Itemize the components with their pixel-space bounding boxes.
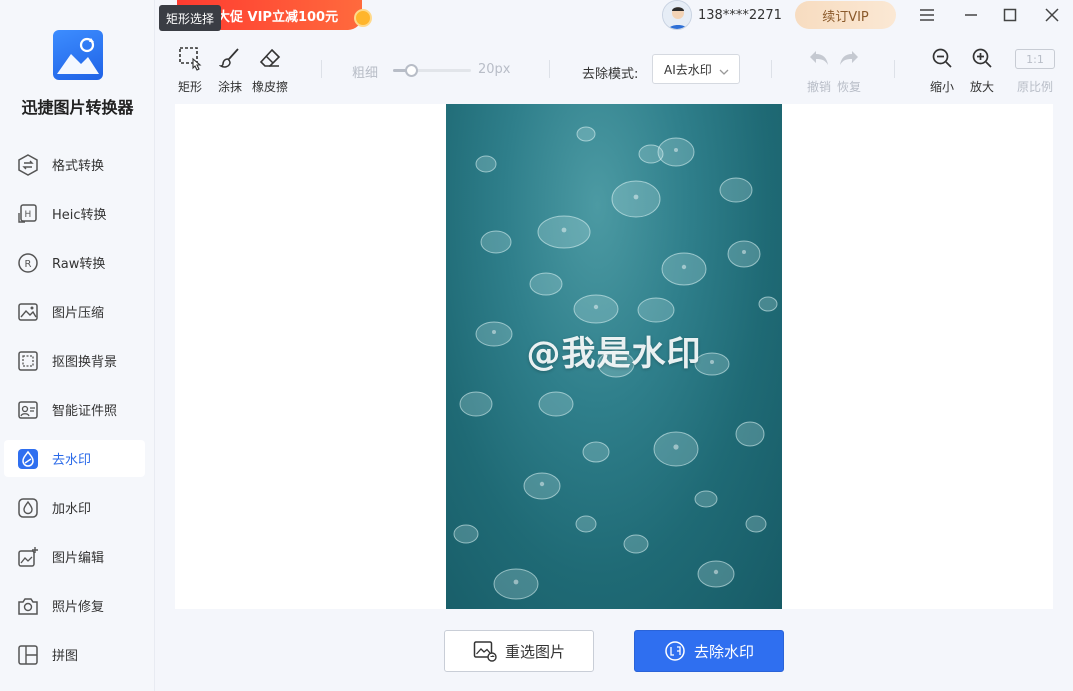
image-compress-icon [17, 301, 39, 323]
avatar[interactable] [662, 0, 692, 30]
reselect-image-icon [473, 640, 497, 662]
tooltip-rect-select: 矩形选择 [159, 5, 222, 31]
sidebar-item-label: Heic转换 [52, 208, 107, 223]
sidebar-item-label: 拼图 [52, 649, 79, 664]
image-edit-icon [17, 546, 39, 568]
sidebar-item-label: 图片压缩 [52, 306, 105, 321]
sidebar-item-label: 格式转换 [52, 159, 105, 174]
eraser-icon [250, 46, 290, 70]
close-icon[interactable] [1042, 5, 1062, 25]
original-ratio-button[interactable]: 1:1 原比例 [1015, 46, 1055, 95]
zoom-in-icon [962, 46, 1002, 70]
user-phone: 138****2271 [698, 7, 782, 23]
removal-mode-select[interactable]: AI去水印 [652, 54, 740, 84]
app-logo-icon [52, 30, 103, 80]
sidebar-item-image-compress[interactable]: 图片压缩 [4, 293, 145, 330]
sidebar-nav: 格式转换 H Heic转换 R Raw转换 图片压缩 抠图换背景 智能证件照 去… [4, 146, 145, 685]
reselect-image-button[interactable]: 重选图片 [444, 630, 594, 672]
collage-icon [17, 644, 39, 666]
rect-select-icon [170, 46, 210, 71]
app-logo-area: 迅捷图片转换器 [0, 30, 155, 118]
sidebar-item-raw[interactable]: R Raw转换 [4, 244, 145, 281]
slider-handle[interactable] [405, 64, 419, 77]
sidebar-item-add-watermark[interactable]: 加水印 [4, 489, 145, 526]
toolbar: 矩形 涂抹 橡皮擦 粗细 20px 去除模式: AI去水印 撤销 恢复 缩小 放… [155, 32, 1073, 102]
divider [549, 60, 550, 78]
zoom-out-icon [922, 46, 962, 70]
sidebar-item-photo-repair[interactable]: 照片修复 [4, 587, 145, 624]
sidebar-item-cutout[interactable]: 抠图换背景 [4, 342, 145, 379]
sidebar-item-image-edit[interactable]: 图片编辑 [4, 538, 145, 575]
sidebar-item-label: Raw转换 [52, 257, 106, 272]
format-convert-icon [17, 153, 39, 176]
zoom-out-button[interactable]: 缩小 [922, 46, 962, 95]
jellyfish-photo[interactable]: @我是水印 [446, 104, 782, 609]
sidebar: 迅捷图片转换器 格式转换 H Heic转换 R Raw转换 图片压缩 抠图换背景… [0, 0, 155, 691]
user-info[interactable]: 138****2271 [662, 0, 782, 30]
maximize-icon[interactable] [1000, 5, 1020, 25]
reselect-image-label: 重选图片 [504, 642, 565, 661]
brush-size-value: 20px [478, 62, 511, 77]
renew-vip-button[interactable]: 续订VIP [795, 1, 896, 29]
redo-button[interactable]: 恢复 [829, 46, 869, 95]
add-watermark-icon [17, 497, 39, 519]
sidebar-item-collage[interactable]: 拼图 [4, 636, 145, 673]
brush-tool[interactable]: 涂抹 [210, 46, 250, 95]
promo-text: 大促 VIP立减100元 [217, 9, 339, 25]
sidebar-item-label: 加水印 [52, 502, 92, 517]
remove-watermark-button[interactable]: 去除水印 [634, 630, 784, 672]
sidebar-item-label: 抠图换背景 [52, 355, 118, 370]
sidebar-item-label: 去水印 [52, 453, 92, 468]
app-name: 迅捷图片转换器 [21, 98, 134, 117]
ratio-box: 1:1 [1015, 49, 1055, 69]
image-canvas[interactable]: @我是水印 [175, 104, 1053, 609]
coin-icon [354, 9, 372, 27]
chevron-down-icon [719, 65, 729, 79]
menu-icon[interactable] [917, 5, 937, 25]
redo-icon [829, 46, 869, 70]
sidebar-item-label: 照片修复 [52, 600, 105, 615]
sidebar-item-heic[interactable]: H Heic转换 [4, 195, 145, 232]
svg-text:R: R [25, 259, 32, 270]
minimize-icon[interactable] [961, 5, 981, 25]
divider [894, 60, 895, 78]
raw-icon: R [17, 252, 39, 274]
brush-size-label: 粗细 [352, 66, 379, 81]
divider [771, 60, 772, 78]
zoom-in-button[interactable]: 放大 [962, 46, 1002, 95]
divider [321, 60, 322, 78]
brush-size-slider[interactable] [393, 64, 471, 77]
photo-repair-icon [17, 595, 39, 617]
watermark-text: @我是水印 [526, 334, 702, 374]
rect-select-tool[interactable]: 矩形 [170, 46, 210, 95]
brush-icon [210, 46, 250, 70]
sidebar-item-remove-watermark[interactable]: 去水印 [4, 440, 145, 477]
id-photo-icon [17, 399, 39, 421]
remove-watermark-icon [17, 448, 39, 470]
heic-icon: H [17, 203, 39, 225]
seal-icon [664, 640, 686, 662]
removal-mode-label: 去除模式: [582, 67, 639, 82]
remove-watermark-label: 去除水印 [693, 642, 754, 661]
sidebar-item-id-photo[interactable]: 智能证件照 [4, 391, 145, 428]
svg-text:H: H [25, 210, 32, 220]
eraser-tool[interactable]: 橡皮擦 [250, 46, 290, 95]
sidebar-item-format-convert[interactable]: 格式转换 [4, 146, 145, 183]
removal-mode-value: AI去水印 [664, 62, 712, 77]
sidebar-item-label: 智能证件照 [52, 404, 118, 419]
sidebar-item-label: 图片编辑 [52, 551, 105, 566]
cutout-icon [17, 350, 39, 372]
